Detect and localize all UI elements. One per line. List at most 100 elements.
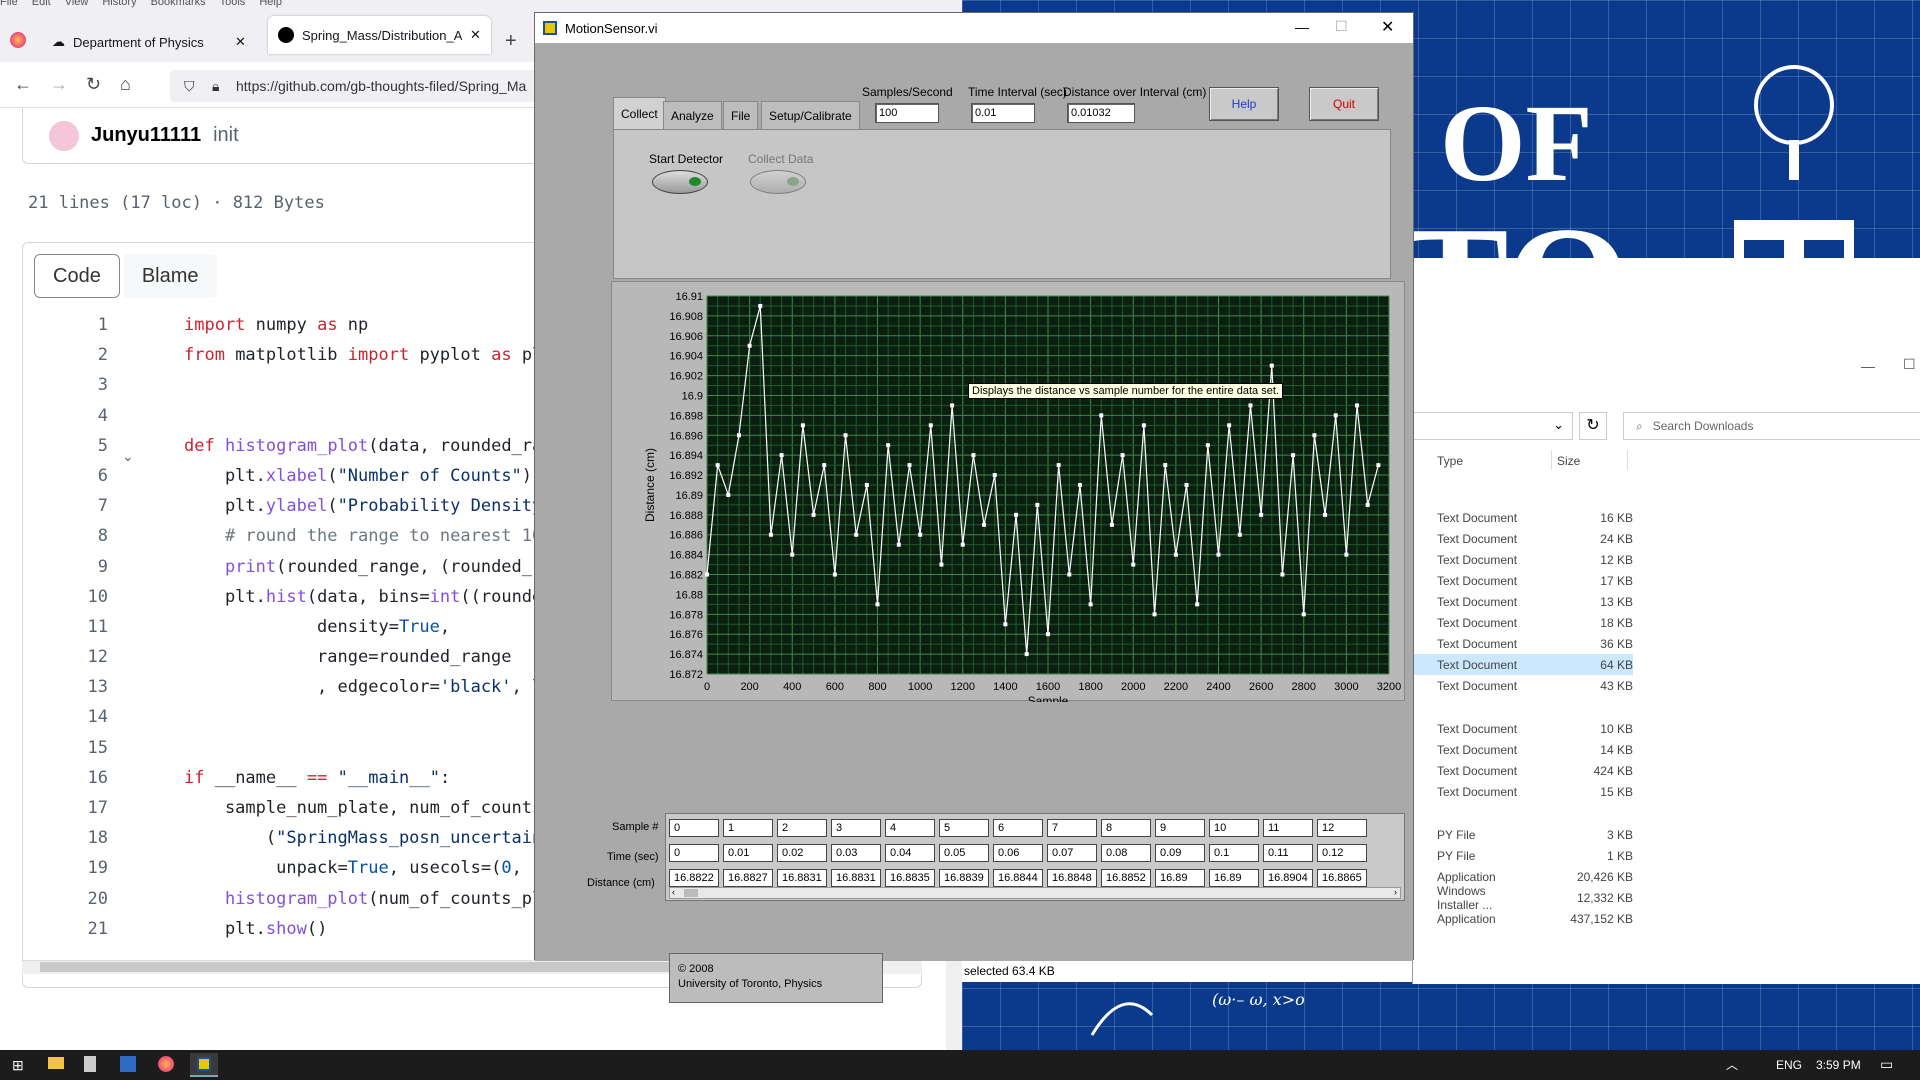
minimize-icon[interactable]: — <box>1295 19 1309 35</box>
menu-edit[interactable]: Edit <box>32 0 51 8</box>
distance-cell[interactable]: 16.8839 <box>939 869 989 887</box>
distance-cell[interactable]: 16.8822 <box>669 869 719 887</box>
close-icon[interactable]: ✕ <box>470 27 481 43</box>
firefox-icon[interactable] <box>10 32 26 48</box>
file-row[interactable]: Text Document 15 KB <box>1413 781 1633 802</box>
windows-start-icon[interactable]: ⊞ <box>12 1057 24 1074</box>
column-header-type[interactable]: Type <box>1437 454 1463 468</box>
menu-help[interactable]: Help <box>259 0 282 8</box>
forward-icon[interactable]: → <box>50 74 68 95</box>
line-number[interactable]: 14 <box>22 702 108 732</box>
tab-blame[interactable]: Blame <box>123 254 217 298</box>
back-icon[interactable]: ← <box>14 74 32 95</box>
line-number[interactable]: 4 <box>22 401 108 431</box>
sample-cell[interactable]: 11 <box>1263 819 1313 837</box>
line-number[interactable]: 10 <box>22 582 108 612</box>
file-row[interactable]: Text Document 424 KB <box>1413 760 1633 781</box>
sample-cell[interactable]: 10 <box>1209 819 1259 837</box>
close-icon[interactable]: ✕ <box>235 34 246 50</box>
paint-icon[interactable] <box>120 1056 136 1072</box>
scroll-right-icon[interactable]: › <box>1394 887 1397 897</box>
distance-cell[interactable]: 16.89 <box>1209 869 1259 887</box>
line-number[interactable]: 3 <box>22 370 108 400</box>
line-number[interactable]: 16 <box>22 763 108 793</box>
sample-cell[interactable]: 3 <box>831 819 881 837</box>
line-number[interactable]: 12 <box>22 642 108 672</box>
file-row[interactable]: Text Document 18 KB <box>1413 612 1633 633</box>
line-number[interactable]: 21 <box>22 914 108 944</box>
sample-cell[interactable]: 1 <box>723 819 773 837</box>
new-tab-button[interactable]: + <box>505 30 517 53</box>
chevron-up-icon[interactable]: ︿ <box>1726 1056 1738 1073</box>
sample-cell[interactable]: 0 <box>669 819 719 837</box>
file-row[interactable]: Text Document 17 KB <box>1413 570 1633 591</box>
distance-cell[interactable]: 16.8904 <box>1263 869 1313 887</box>
distance-cell[interactable]: 16.8848 <box>1047 869 1097 887</box>
menu-bookmarks[interactable]: Bookmarks <box>151 0 206 8</box>
line-number[interactable]: 7 <box>22 491 108 521</box>
maximize-icon[interactable]: ☐ <box>1335 18 1348 35</box>
time-cell[interactable]: 0.06 <box>993 844 1043 862</box>
menu-file[interactable]: File <box>0 0 18 8</box>
distance-cell[interactable]: 16.8852 <box>1101 869 1151 887</box>
labview-taskbar-button[interactable] <box>190 1053 218 1077</box>
tab-collect[interactable]: Collect <box>613 97 666 129</box>
distance-interval-field[interactable]: 0.01032 <box>1067 103 1135 123</box>
time-cell[interactable]: 0.12 <box>1317 844 1367 862</box>
maximize-icon[interactable]: ☐ <box>1903 356 1916 373</box>
distance-cell[interactable]: 16.8844 <box>993 869 1043 887</box>
time-cell[interactable]: 0.01 <box>723 844 773 862</box>
help-button[interactable]: Help <box>1209 87 1279 121</box>
time-cell[interactable]: 0.03 <box>831 844 881 862</box>
file-row[interactable]: PY File 3 KB <box>1413 824 1633 845</box>
time-cell[interactable]: 0.09 <box>1155 844 1205 862</box>
quit-button[interactable]: Quit <box>1309 87 1379 121</box>
tab-analyze[interactable]: Analyze <box>663 101 722 129</box>
line-number[interactable]: 8 <box>22 521 108 551</box>
line-number[interactable]: 20 <box>22 884 108 914</box>
sample-cell[interactable]: 7 <box>1047 819 1097 837</box>
file-row[interactable]: Text Document 64 KB <box>1413 654 1633 675</box>
menu-view[interactable]: View <box>65 0 89 8</box>
time-cell[interactable]: 0.11 <box>1263 844 1313 862</box>
commit-message[interactable]: init <box>213 124 239 147</box>
scroll-left-icon[interactable]: ‹ <box>672 887 675 897</box>
sample-cell[interactable]: 9 <box>1155 819 1205 837</box>
line-number[interactable]: 5 <box>22 431 108 461</box>
distance-cell[interactable]: 16.8835 <box>885 869 935 887</box>
interval-field[interactable]: 0.01 <box>971 103 1035 123</box>
file-row[interactable]: Text Document 14 KB <box>1413 739 1633 760</box>
file-row[interactable]: Text Document 36 KB <box>1413 633 1633 654</box>
tab-file[interactable]: File <box>723 101 759 129</box>
file-row[interactable]: Text Document 43 KB <box>1413 675 1633 696</box>
time-cell[interactable]: 0.04 <box>885 844 935 862</box>
sample-cell[interactable]: 6 <box>993 819 1043 837</box>
refresh-icon[interactable]: ↻ <box>1579 412 1607 440</box>
distance-cell[interactable]: 16.8865 <box>1317 869 1367 887</box>
line-number[interactable]: 17 <box>22 793 108 823</box>
home-icon[interactable]: ⌂ <box>120 74 131 95</box>
file-row[interactable]: Text Document 13 KB <box>1413 591 1633 612</box>
line-number[interactable]: 2 <box>22 340 108 370</box>
minimize-icon[interactable]: — <box>1861 358 1875 374</box>
scroll-thumb[interactable] <box>684 889 698 897</box>
search-input[interactable]: ⌕ Search Downloads <box>1623 412 1920 440</box>
close-icon[interactable]: ✕ <box>1381 17 1394 37</box>
clock[interactable]: 3:59 PM <box>1816 1058 1861 1072</box>
time-cell[interactable]: 0.08 <box>1101 844 1151 862</box>
table-scrollbar[interactable]: ‹ › <box>669 887 1401 899</box>
time-cell[interactable]: 0.07 <box>1047 844 1097 862</box>
tab-spring-mass[interactable]: Spring_Mass/Distribution_Anal ✕ <box>268 16 491 54</box>
time-cell[interactable]: 0.05 <box>939 844 989 862</box>
menu-tools[interactable]: Tools <box>220 0 246 8</box>
file-explorer-icon[interactable] <box>48 1057 64 1069</box>
samples-field[interactable]: 100 <box>875 103 939 123</box>
line-number[interactable]: 15 <box>22 733 108 763</box>
sample-cell[interactable]: 2 <box>777 819 827 837</box>
chevron-down-icon[interactable]: ⌄ <box>1553 417 1564 433</box>
sample-cell[interactable]: 12 <box>1317 819 1367 837</box>
distance-graph[interactable]: 0 200 400 600 800 1000 1200 1400 1600 1800 2000 220… <box>611 281 1405 702</box>
tab-department-of-physics[interactable]: ☁ Department of Physics ✕ <box>42 20 256 64</box>
line-number[interactable]: 19 <box>22 853 108 883</box>
chevron-down-icon[interactable]: ⌄ <box>122 448 134 465</box>
